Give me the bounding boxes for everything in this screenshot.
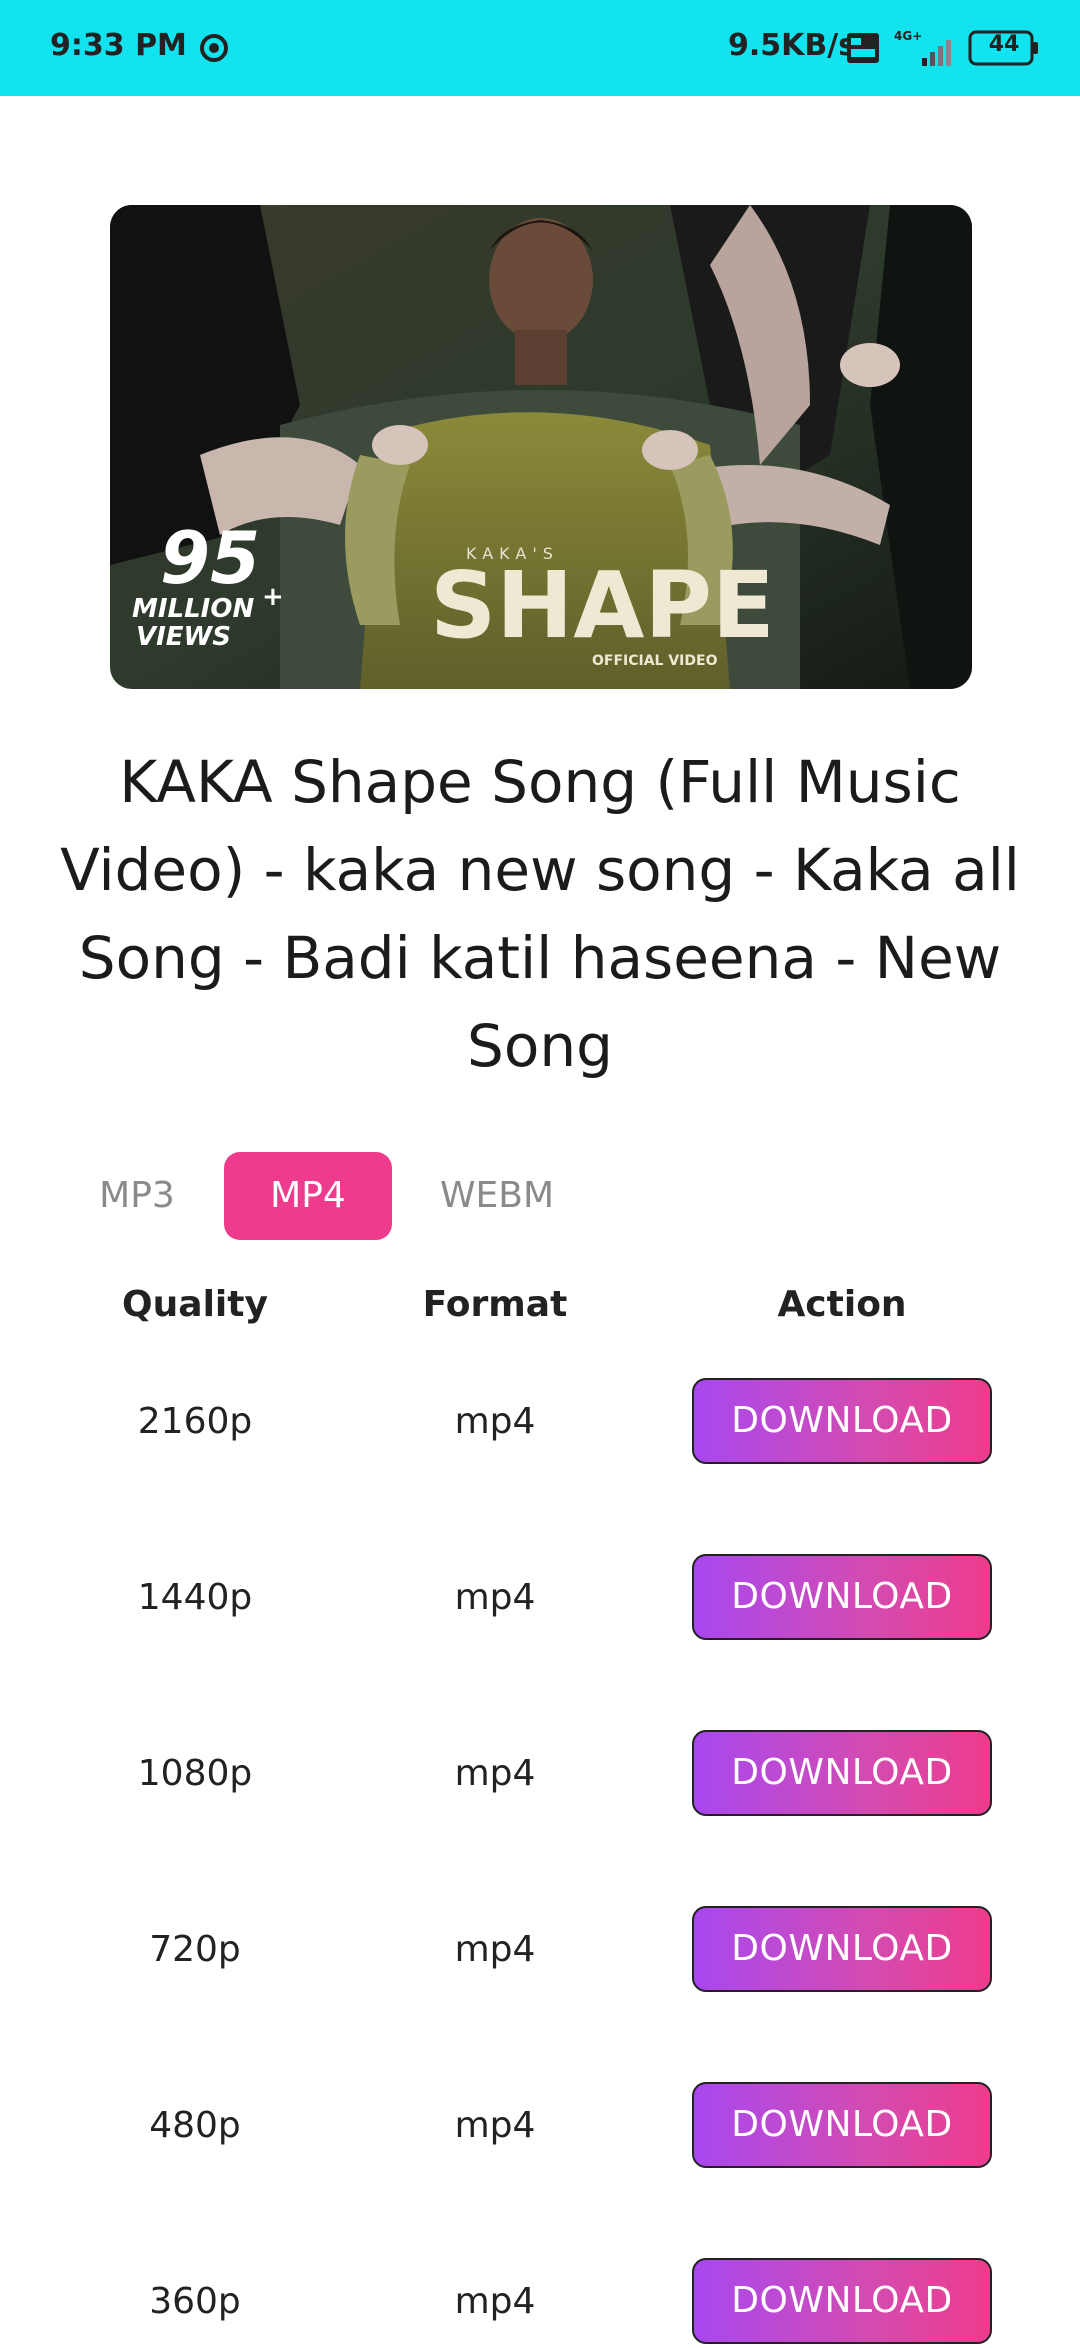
volte-icon [847, 33, 879, 63]
signal-icon: 4G+ [894, 29, 951, 66]
download-button[interactable]: DOWNLOAD [692, 1554, 992, 1640]
header-format: Format [422, 1284, 568, 1325]
battery-level: 44 [988, 32, 1020, 57]
download-button[interactable]: DOWNLOAD [692, 1730, 992, 1816]
table-row: 2160p mp4 DOWNLOAD [0, 1378, 1080, 1468]
format-cell: mp4 [454, 1577, 536, 1618]
views-label: VIEWS [136, 622, 231, 652]
video-thumbnail[interactable]: 95 MILLION + VIEWS KAKA'S SHAPE OFFICIAL… [110, 205, 972, 689]
quality-cell: 360p [149, 2281, 241, 2322]
format-cell: mp4 [454, 1753, 536, 1794]
tab-mp3[interactable]: MP3 [72, 1152, 202, 1240]
download-button[interactable]: DOWNLOAD [692, 2082, 992, 2168]
table-row: 360p mp4 DOWNLOAD [0, 2258, 1080, 2348]
views-million: MILLION [132, 594, 254, 624]
status-bar: 9:33 PM 9.5KB/s 4G+ 44 [0, 0, 1080, 96]
network-type-label: 4G+ [894, 29, 922, 43]
header-quality: Quality [122, 1284, 268, 1325]
video-title: KAKA Shape Song (Full Music Video) - kak… [60, 748, 1020, 1080]
chrome-icon [200, 34, 228, 62]
quality-cell: 480p [149, 2105, 241, 2146]
network-speed: 9.5KB/s [728, 28, 857, 63]
table-row: 480p mp4 DOWNLOAD [0, 2082, 1080, 2172]
thumbnail-song: SHAPE [430, 552, 775, 659]
quality-cell: 1080p [137, 1753, 253, 1794]
table-row: 720p mp4 DOWNLOAD [0, 1906, 1080, 1996]
download-button[interactable]: DOWNLOAD [692, 2258, 992, 2344]
thumbnail-tag: OFFICIAL VIDEO [592, 653, 718, 669]
quality-cell: 720p [149, 1929, 241, 1970]
table-row: 1440p mp4 DOWNLOAD [0, 1554, 1080, 1644]
format-cell: mp4 [454, 1401, 536, 1442]
table-row: 1080p mp4 DOWNLOAD [0, 1730, 1080, 1820]
views-plus: + [262, 582, 284, 612]
format-tabs: MP3 MP4 WEBM [0, 1152, 1080, 1240]
quality-cell: 2160p [137, 1401, 253, 1442]
download-button[interactable]: DOWNLOAD [692, 1906, 992, 1992]
format-cell: mp4 [454, 2281, 536, 2322]
status-time: 9:33 PM [50, 28, 187, 63]
tab-mp4[interactable]: MP4 [224, 1152, 392, 1240]
quality-cell: 1440p [137, 1577, 253, 1618]
views-count: 95 [160, 516, 260, 600]
download-button[interactable]: DOWNLOAD [692, 1378, 992, 1464]
tab-webm[interactable]: WEBM [414, 1152, 580, 1240]
format-cell: mp4 [454, 1929, 536, 1970]
header-action: Action [777, 1284, 907, 1325]
format-cell: mp4 [454, 2105, 536, 2146]
